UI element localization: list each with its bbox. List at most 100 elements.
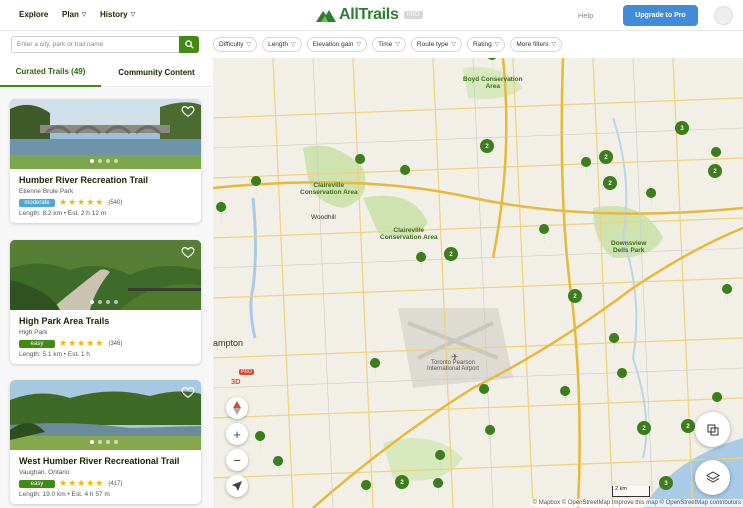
avatar[interactable] (714, 6, 733, 25)
trail-name[interactable]: Humber River Recreation Trail (19, 175, 193, 185)
trail-location: Etienne Brule Park (19, 188, 74, 195)
photo-carousel-dots (90, 300, 118, 304)
trail-meta: Length: 8.2 km • Est. 2 h 12 m (19, 210, 107, 217)
tab-label: Community Content (118, 68, 195, 77)
trail-location: Vaughan, Ontario (19, 469, 70, 476)
trail-photo[interactable] (10, 240, 201, 310)
zoom-in-button[interactable]: + (226, 423, 248, 445)
filter-more[interactable]: More filters ▽ (510, 37, 563, 52)
layers-icon (705, 470, 720, 483)
map-scale: 2 km (612, 486, 650, 497)
chevron-down-icon: ▽ (81, 12, 87, 18)
trail-pin-marker (712, 392, 723, 414)
trail-location: High Park (19, 329, 48, 336)
logo-pro-tag: PRO (403, 11, 423, 19)
search-input[interactable] (12, 37, 180, 52)
zoom-out-button[interactable]: − (226, 449, 248, 471)
review-count: (540) (108, 199, 123, 206)
tab-community-content[interactable]: Community Content (101, 58, 212, 87)
trail-card[interactable]: High Park Area Trails High Park easy ★★★… (10, 240, 201, 364)
trail-pin-marker (400, 165, 411, 187)
chevron-down-icon: ▽ (395, 42, 400, 48)
trail-photo[interactable] (10, 99, 201, 169)
search-icon (184, 40, 194, 49)
filter-length[interactable]: Length ▽ (262, 37, 302, 52)
trail-pin-marker (539, 224, 550, 246)
filter-label: More filters (516, 41, 549, 48)
filter-rating[interactable]: Rating ▽ (466, 37, 506, 52)
help-link[interactable]: Help (578, 11, 593, 20)
trail-name[interactable]: High Park Area Trails (19, 316, 193, 326)
chevron-down-icon: ▽ (494, 42, 500, 48)
trail-pin-marker (646, 188, 657, 210)
map-layers-toggle-button[interactable] (695, 412, 730, 447)
map-style-button[interactable] (695, 460, 730, 495)
difficulty-badge: moderate (19, 198, 55, 207)
trail-pin-marker (251, 176, 262, 198)
plus-icon: + (233, 426, 241, 442)
trail-photo[interactable] (10, 380, 201, 450)
trail-pin-marker (722, 284, 733, 306)
trail-pin-marker (433, 478, 444, 500)
trail-pin-marker (216, 202, 227, 224)
map-attribution[interactable]: © Mapbox © OpenStreetMap Improve this ma… (530, 499, 743, 507)
minus-icon: − (233, 452, 241, 468)
trail-pin-marker (370, 358, 381, 380)
filter-difficulty[interactable]: Difficulty ▽ (213, 37, 258, 52)
trail-name[interactable]: West Humber River Recreational Trail (19, 456, 193, 466)
nav-explore[interactable]: Explore (19, 10, 48, 19)
filter-time[interactable]: Time ▽ (372, 37, 406, 52)
trail-pin-marker (581, 157, 592, 179)
trail-map[interactable]: ✈ Boyd Conservation Area Claireville Con… (213, 58, 743, 508)
heart-icon[interactable] (181, 245, 195, 259)
upgrade-to-pro-button[interactable]: Upgrade to Pro (623, 5, 698, 26)
star-rating: ★★★★★ (59, 338, 105, 348)
photo-carousel-dots (90, 440, 118, 444)
search-button[interactable] (179, 36, 199, 53)
top-navigation: Explore Plan ▽ History ▽ AllTrails PRO Hel… (0, 0, 743, 31)
nav-plan[interactable]: Plan ▽ (62, 10, 87, 19)
filter-label: Elevation gain (312, 41, 354, 48)
compass-icon (233, 401, 241, 415)
heart-icon[interactable] (181, 104, 195, 118)
trail-pin-marker (361, 480, 372, 502)
nav-history[interactable]: History ▽ (100, 10, 135, 19)
trail-pin-marker (609, 333, 620, 355)
photo-carousel-dots (90, 159, 118, 163)
alltrails-logo[interactable]: AllTrails PRO (316, 6, 423, 24)
heart-icon[interactable] (181, 385, 195, 399)
chevron-down-icon: ▽ (290, 42, 296, 48)
compass-button[interactable] (226, 397, 248, 419)
difficulty-badge: easy (19, 479, 55, 488)
filter-label: Route type (416, 41, 449, 48)
nav-explore-label: Explore (19, 10, 49, 19)
locate-me-button[interactable] (226, 475, 248, 497)
chevron-down-icon: ▽ (356, 42, 362, 48)
difficulty-badge: easy (19, 339, 55, 348)
trail-pin-marker (617, 368, 628, 390)
trail-list: Humber River Recreation Trail Etienne Br… (0, 88, 212, 508)
trail-card[interactable]: West Humber River Recreational Trail Vau… (10, 380, 201, 504)
overlay-icon (707, 424, 718, 435)
filter-route-type[interactable]: Route type ▽ (410, 37, 462, 52)
3d-toggle[interactable]: PRO 3D (228, 369, 254, 387)
filter-elevation-gain[interactable]: Elevation gain ▽ (306, 37, 368, 52)
review-count: (417) (108, 480, 123, 487)
filter-label: Time (378, 41, 393, 48)
trail-pin-marker (416, 252, 427, 274)
tab-curated-trails[interactable]: Curated Trails (49) (0, 58, 101, 87)
trail-pin-marker (355, 154, 366, 176)
filter-label: Difficulty (219, 41, 244, 48)
trail-pin-marker (488, 58, 496, 72)
chevron-down-icon: ▽ (451, 42, 456, 48)
filter-label: Rating (472, 41, 492, 48)
trail-pin-marker (560, 386, 571, 408)
trail-markers[interactable]: 2232 2222 2 32 (213, 58, 743, 508)
nav-plan-label: Plan (62, 10, 79, 19)
trail-meta: Length: 5.1 km • Est. 1 h (19, 351, 90, 358)
trail-card[interactable]: Humber River Recreation Trail Etienne Br… (10, 99, 201, 223)
trail-pin-marker (435, 450, 446, 472)
trail-pin-marker (255, 431, 266, 453)
search-box (11, 36, 199, 53)
nav-history-label: History (100, 10, 128, 19)
